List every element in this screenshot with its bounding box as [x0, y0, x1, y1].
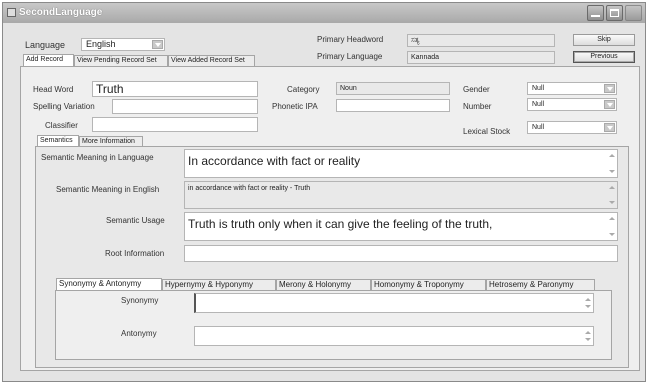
gender-label: Gender	[463, 85, 490, 94]
spelling-variation-input[interactable]	[112, 99, 258, 114]
primary-headword-label: Primary Headword	[317, 35, 384, 44]
spelling-variation-label: Spelling Variation	[33, 102, 95, 111]
head-word-input[interactable]: Truth	[92, 81, 258, 97]
chevron-down-icon[interactable]	[152, 40, 163, 49]
title-bar[interactable]: SecondLanguage	[3, 3, 645, 23]
number-select-value: Null	[532, 101, 545, 108]
scrollbar[interactable]	[607, 214, 616, 239]
semantic-usage-label: Semantic Usage	[106, 216, 165, 225]
tab-hypernymy-hyponymy[interactable]: Hypernymy & Hyponymy	[162, 279, 276, 290]
scrollbar[interactable]	[607, 151, 616, 176]
scrollbar[interactable]	[607, 183, 616, 207]
language-select-value: English	[86, 39, 116, 49]
classifier-input[interactable]	[92, 117, 258, 132]
chevron-down-icon[interactable]	[604, 123, 615, 132]
gender-select[interactable]: Null	[527, 82, 617, 95]
phonetic-ipa-input[interactable]	[336, 99, 450, 112]
app-window: SecondLanguage Language English Primary …	[2, 2, 646, 382]
language-select[interactable]: English	[81, 38, 165, 51]
skip-button[interactable]: Skip	[573, 34, 635, 46]
language-label: Language	[25, 40, 66, 50]
primary-language-field: Kannada	[407, 51, 555, 64]
semantic-usage-input[interactable]: Truth is truth only when it can give the…	[184, 212, 618, 241]
phonetic-ipa-label: Phonetic IPA	[272, 102, 318, 111]
semantic-usage-text: Truth is truth only when it can give the…	[188, 217, 493, 231]
antonymy-input[interactable]	[194, 326, 594, 346]
meaning-language-label: Semantic Meaning in Language	[41, 153, 154, 162]
meaning-english-field: in accordance with fact or reality - Tru…	[184, 181, 618, 209]
tab-hetrosemy-paronymy[interactable]: Hetrosemy & Paronymy	[486, 279, 595, 290]
meaning-english-text: in accordance with fact or reality - Tru…	[188, 185, 311, 192]
gender-select-value: Null	[532, 85, 545, 92]
tab-merony-holonymy[interactable]: Merony & Holonymy	[276, 279, 371, 290]
root-information-input[interactable]	[184, 245, 618, 262]
category-label: Category	[287, 85, 320, 94]
meaning-language-input[interactable]: In accordance with fact or reality	[184, 149, 618, 178]
minimize-button[interactable]	[587, 5, 604, 21]
root-information-label: Root Information	[105, 249, 165, 258]
app-icon	[7, 8, 16, 17]
synonymy-input[interactable]	[194, 293, 594, 313]
primary-headword-field: ಸತ್ಯ	[407, 34, 555, 47]
number-select[interactable]: Null	[527, 98, 617, 111]
meaning-language-text: In accordance with fact or reality	[188, 154, 361, 168]
lexical-stock-label: Lexical Stock	[463, 127, 511, 136]
antonymy-label: Antonymy	[121, 329, 157, 338]
category-field: Noun	[336, 82, 450, 95]
head-word-label: Head Word	[33, 85, 74, 94]
tab-synonymy-antonymy[interactable]: Synonymy & Antonymy	[56, 278, 162, 290]
tab-view-added-record-set[interactable]: View Added Record Set	[168, 55, 255, 66]
scrollbar[interactable]	[583, 328, 592, 344]
number-label: Number	[463, 102, 492, 111]
lexical-stock-select-value: Null	[532, 124, 545, 131]
tab-add-record[interactable]: Add Record	[23, 54, 74, 66]
maximize-button[interactable]	[606, 5, 623, 21]
synonymy-label: Synonymy	[121, 296, 159, 305]
scrollbar[interactable]	[583, 295, 592, 311]
chevron-down-icon[interactable]	[604, 100, 615, 109]
close-button[interactable]	[625, 5, 642, 21]
meaning-english-label: Semantic Meaning in English	[56, 185, 160, 194]
tab-homonymy-troponymy[interactable]: Homonymy & Troponymy	[371, 279, 486, 290]
lexical-stock-select[interactable]: Null	[527, 121, 617, 134]
minimize-icon	[591, 15, 600, 17]
chevron-down-icon[interactable]	[604, 84, 615, 93]
previous-button[interactable]: Previous	[573, 51, 635, 63]
classifier-label: Classifier	[45, 121, 78, 130]
window-title: SecondLanguage	[19, 7, 103, 18]
tab-view-pending-record-set[interactable]: View Pending Record Set	[74, 55, 168, 66]
primary-language-label: Primary Language	[317, 52, 383, 61]
maximize-icon	[610, 9, 619, 17]
